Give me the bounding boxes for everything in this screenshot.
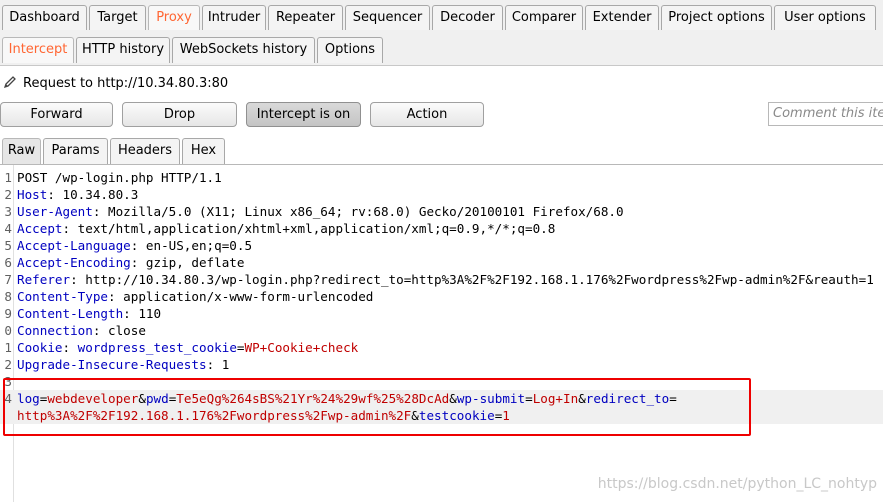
request-line[interactable]: 5 Accept-Language: en-US,en;q=0.5 xyxy=(0,237,883,254)
param-name: Accept xyxy=(17,221,63,236)
tab-raw[interactable]: Raw xyxy=(2,138,41,164)
tab-comparer[interactable]: Comparer xyxy=(505,5,583,30)
line-text: Connection: close xyxy=(17,322,146,339)
request-target-line: Request to http://10.34.80.3:80 xyxy=(0,70,883,96)
line-text: Accept-Language: en-US,en;q=0.5 xyxy=(17,237,252,254)
tab-intruder[interactable]: Intruder xyxy=(202,5,266,30)
tab-hex[interactable]: Hex xyxy=(182,138,225,164)
line-segment: : close xyxy=(92,323,146,338)
param-name: Cookie xyxy=(17,340,63,355)
line-segment: : gzip, deflate xyxy=(130,255,245,270)
action-button[interactable]: Action xyxy=(370,102,484,127)
tab-http-history[interactable]: HTTP history xyxy=(76,37,170,63)
tab-headers[interactable]: Headers xyxy=(110,138,180,164)
line-text: Content-Length: 110 xyxy=(17,305,161,322)
line-text: Content-Type: application/x-www-form-url… xyxy=(17,288,373,305)
request-line[interactable]: 3 User-Agent: Mozilla/5.0 (X11; Linux x86… xyxy=(0,203,883,220)
line-text: Accept: text/html,application/xhtml+xml,… xyxy=(17,220,555,237)
line-number: 3 xyxy=(4,204,12,219)
request-line[interactable]: 9 Content-Length: 110 xyxy=(0,305,883,322)
line-segment: POST /wp-login.php HTTP/1.1 xyxy=(17,170,222,185)
line-text: Referer: http://10.34.80.3/wp-login.php?… xyxy=(17,271,874,288)
param-value: WP+Cookie+check xyxy=(244,340,359,355)
line-number: 8 xyxy=(4,289,12,304)
request-target-label: Request to http://10.34.80.3:80 xyxy=(23,76,229,91)
line-number: 9 xyxy=(4,306,12,321)
line-number: 5 xyxy=(4,238,12,253)
tab-params[interactable]: Params xyxy=(43,138,108,164)
param-name: Content-Type xyxy=(17,289,108,304)
line-segment: : 10.34.80.3 xyxy=(47,187,139,202)
request-line[interactable]: 0 Connection: close xyxy=(0,322,883,339)
tab-user-options[interactable]: User options xyxy=(774,5,876,30)
line-segment: : application/x-www-form-urlencoded xyxy=(108,289,374,304)
line-text: Host: 10.34.80.3 xyxy=(17,186,138,203)
tab-repeater[interactable]: Repeater xyxy=(268,5,343,30)
request-line[interactable]: 2 Host: 10.34.80.3 xyxy=(0,186,883,203)
drop-button[interactable]: Drop xyxy=(122,102,237,127)
line-segment: : Mozilla/5.0 (X11; Linux x86_64; rv:68.… xyxy=(92,204,624,219)
param-name: Content-Length xyxy=(17,306,124,321)
tab-proxy[interactable]: Proxy xyxy=(148,5,200,30)
line-text: Upgrade-Insecure-Requests: 1 xyxy=(17,356,229,373)
tab-target[interactable]: Target xyxy=(89,5,146,30)
line-number: 4 xyxy=(4,221,12,236)
request-line[interactable]: 7 Referer: http://10.34.80.3/wp-login.php… xyxy=(0,271,883,288)
line-segment: : xyxy=(62,340,78,355)
line-number: 1 xyxy=(4,170,12,185)
tab-project-options[interactable]: Project options xyxy=(661,5,772,30)
param-name: wordpress_test_cookie xyxy=(77,340,237,355)
line-number: 1 xyxy=(4,340,12,355)
line-number: 2 xyxy=(4,187,12,202)
forward-button[interactable]: Forward xyxy=(0,102,113,127)
tab-websockets-history[interactable]: WebSockets history xyxy=(172,37,315,63)
line-text: Cookie: wordpress_test_cookie=WP+Cookie+… xyxy=(17,339,358,356)
line-segment: : en-US,en;q=0.5 xyxy=(130,238,253,253)
line-segment: : 110 xyxy=(123,306,162,321)
proxy-sub-tab-bar: Intercept HTTP history WebSockets histor… xyxy=(0,33,883,66)
request-line[interactable]: 1 POST /wp-login.php HTTP/1.1 xyxy=(0,169,883,186)
param-name: Connection xyxy=(17,323,93,338)
tab-sequencer[interactable]: Sequencer xyxy=(345,5,430,30)
tab-decoder[interactable]: Decoder xyxy=(432,5,503,30)
param-name: Upgrade-Insecure-Requests xyxy=(17,357,207,372)
line-number: 6 xyxy=(4,255,12,270)
watermark: https://blog.csdn.net/python_LC_nohtyp xyxy=(597,476,877,492)
line-text: POST /wp-login.php HTTP/1.1 xyxy=(17,169,222,186)
tab-options[interactable]: Options xyxy=(317,37,383,63)
request-line[interactable]: 2 Upgrade-Insecure-Requests: 1 xyxy=(0,356,883,373)
highlight-box xyxy=(3,378,751,436)
param-name: Referer xyxy=(17,272,71,287)
line-text: Accept-Encoding: gzip, deflate xyxy=(17,254,244,271)
param-name: User-Agent xyxy=(17,204,93,219)
request-line[interactable]: 6 Accept-Encoding: gzip, deflate xyxy=(0,254,883,271)
comment-field[interactable]: Comment this item xyxy=(768,102,883,126)
param-name: Accept-Encoding xyxy=(17,255,131,270)
tab-extender[interactable]: Extender xyxy=(585,5,659,30)
raw-request-editor[interactable]: 1 POST /wp-login.php HTTP/1.1 2 Host: 10.34… xyxy=(0,165,883,502)
message-view-tab-bar: Raw Params Headers Hex xyxy=(0,136,883,165)
line-number: 2 xyxy=(4,357,12,372)
line-segment: : text/html,application/xhtml+xml,applic… xyxy=(62,221,556,236)
tab-intercept[interactable]: Intercept xyxy=(2,37,74,63)
line-segment: = xyxy=(236,340,245,355)
request-line[interactable]: 4 Accept: text/html,application/xhtml+xml… xyxy=(0,220,883,237)
line-segment: : 1 xyxy=(206,357,230,372)
param-name: Host xyxy=(17,187,48,202)
param-name: Accept-Language xyxy=(17,238,131,253)
main-tab-bar: Dashboard Target Proxy Intruder Repeater… xyxy=(0,0,883,34)
line-number: 0 xyxy=(4,323,12,338)
request-line[interactable]: 8 Content-Type: application/x-www-form-ur… xyxy=(0,288,883,305)
line-text: User-Agent: Mozilla/5.0 (X11; Linux x86_… xyxy=(17,203,624,220)
line-number: 7 xyxy=(4,272,12,287)
line-segment: : http://10.34.80.3/wp-login.php?redirec… xyxy=(70,272,874,287)
pencil-icon xyxy=(3,76,16,89)
intercept-toggle-button[interactable]: Intercept is on xyxy=(246,102,361,127)
tab-dashboard[interactable]: Dashboard xyxy=(2,5,87,30)
request-line[interactable]: 1 Cookie: wordpress_test_cookie=WP+Cookie… xyxy=(0,339,883,356)
